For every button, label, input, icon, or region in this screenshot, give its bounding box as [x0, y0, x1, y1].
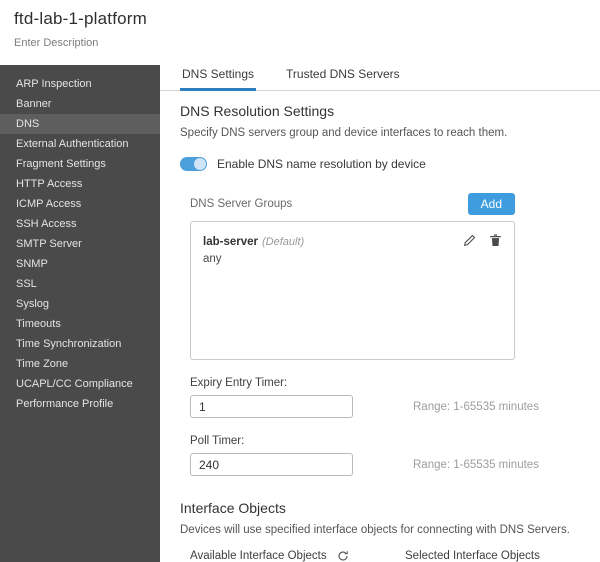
dns-server-group-row[interactable]: lab-server (Default) any	[191, 222, 514, 265]
page-title: ftd-lab-1-platform	[14, 9, 148, 28]
group-value: any	[203, 253, 222, 265]
sidebar-item-ssh-access[interactable]: SSH Access	[0, 214, 160, 234]
dns-server-groups-list: lab-server (Default) any	[190, 221, 515, 360]
available-interface-objects-label: Available Interface Objects	[190, 550, 327, 562]
group-default-badge: (Default)	[261, 236, 305, 248]
dns-settings-panel: DNS Settings Trusted DNS Servers DNS Res…	[160, 65, 600, 562]
sidebar-item-fragment-settings[interactable]: Fragment Settings	[0, 154, 160, 174]
settings-sidebar: ARP Inspection Banner DNS External Authe…	[0, 65, 160, 562]
interface-objects-title: Interface Objects	[180, 500, 286, 516]
dns-server-groups-label: DNS Server Groups	[190, 198, 293, 210]
add-dns-server-group-button[interactable]: Add	[467, 193, 515, 215]
enable-dns-toggle[interactable]	[180, 157, 207, 171]
sidebar-item-timeouts[interactable]: Timeouts	[0, 314, 160, 334]
edit-group-icon[interactable]	[463, 234, 476, 247]
sidebar-item-ucapl-cc-compliance[interactable]: UCAPL/CC Compliance	[0, 374, 160, 394]
sidebar-item-arp-inspection[interactable]: ARP Inspection	[0, 74, 160, 94]
sidebar-item-http-access[interactable]: HTTP Access	[0, 174, 160, 194]
interface-objects-subtitle: Devices will use specified interface obj…	[180, 524, 570, 536]
sidebar-item-icmp-access[interactable]: ICMP Access	[0, 194, 160, 214]
poll-timer-input[interactable]	[190, 453, 353, 476]
group-name: lab-server	[203, 236, 258, 248]
sidebar-item-external-authentication[interactable]: External Authentication	[0, 134, 160, 154]
sidebar-item-dns[interactable]: DNS	[0, 114, 160, 134]
sidebar-item-time-zone[interactable]: Time Zone	[0, 354, 160, 374]
tab-dns-settings[interactable]: DNS Settings	[180, 67, 257, 91]
poll-timer-label: Poll Timer:	[190, 435, 245, 447]
sidebar-item-time-synchronization[interactable]: Time Synchronization	[0, 334, 160, 354]
description-field[interactable]: Enter Description	[14, 37, 584, 49]
sidebar-item-smtp-server[interactable]: SMTP Server	[0, 234, 160, 254]
sidebar-item-syslog[interactable]: Syslog	[0, 294, 160, 314]
sidebar-item-performance-profile[interactable]: Performance Profile	[0, 394, 160, 414]
poll-timer-range-hint: Range: 1-65535 minutes	[413, 458, 539, 471]
tab-bar: DNS Settings Trusted DNS Servers	[160, 65, 600, 91]
toggle-knob	[194, 158, 206, 170]
delete-group-icon[interactable]	[489, 234, 502, 247]
sidebar-item-banner[interactable]: Banner	[0, 94, 160, 114]
dns-resolution-settings-title: DNS Resolution Settings	[180, 103, 335, 119]
selected-interface-objects-label: Selected Interface Objects	[405, 550, 540, 562]
expiry-timer-range-hint: Range: 1-65535 minutes	[413, 400, 539, 413]
tab-trusted-dns-servers[interactable]: Trusted DNS Servers	[284, 67, 402, 91]
sidebar-item-snmp[interactable]: SNMP	[0, 254, 160, 274]
refresh-icon[interactable]	[337, 550, 349, 562]
expiry-timer-label: Expiry Entry Timer:	[190, 377, 288, 389]
enable-dns-toggle-label: Enable DNS name resolution by device	[217, 157, 426, 171]
page-header: ftd-lab-1-platform Enter Description	[0, 0, 600, 65]
dns-server-group-info: lab-server (Default) any	[203, 232, 304, 265]
dns-resolution-settings-subtitle: Specify DNS servers group and device int…	[180, 127, 508, 139]
sidebar-item-ssl[interactable]: SSL	[0, 274, 160, 294]
expiry-timer-input[interactable]	[190, 395, 353, 418]
